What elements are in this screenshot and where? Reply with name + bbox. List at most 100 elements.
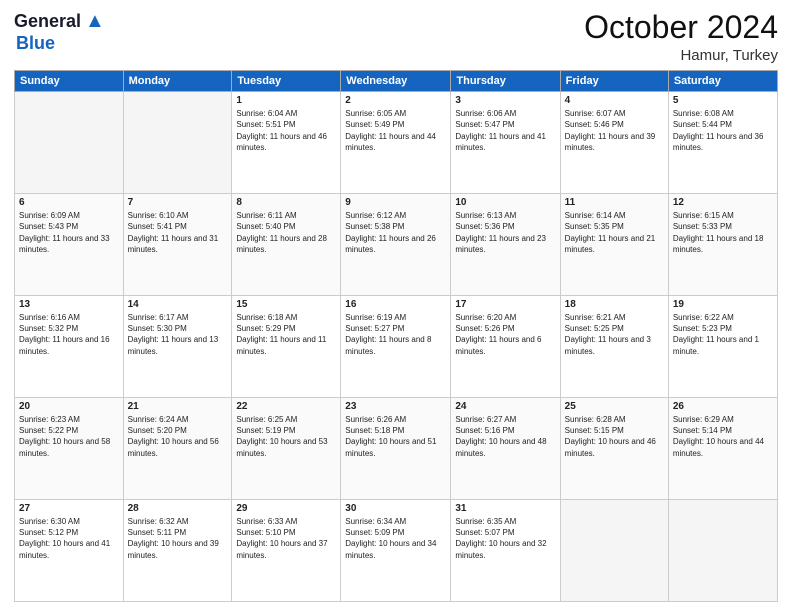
day-number: 19	[673, 299, 773, 310]
calendar-cell: 20 Sunrise: 6:23 AM Sunset: 5:22 PM Dayli…	[15, 398, 124, 500]
logo-text-blue: Blue	[16, 33, 55, 54]
calendar-cell: 10 Sunrise: 6:13 AM Sunset: 5:36 PM Dayli…	[451, 194, 560, 296]
logo-text-general: General	[14, 11, 81, 32]
calendar-cell: 1Sunrise: 6:04 AM Sunset: 5:51 PM Daylig…	[232, 92, 341, 194]
day-info: Sunrise: 6:15 AM Sunset: 5:33 PM Dayligh…	[673, 210, 773, 255]
day-info: Sunrise: 6:22 AM Sunset: 5:23 PM Dayligh…	[673, 312, 773, 357]
calendar-cell	[668, 500, 777, 602]
day-info: Sunrise: 6:29 AM Sunset: 5:14 PM Dayligh…	[673, 414, 773, 459]
calendar-cell: 25Sunrise: 6:28 AM Sunset: 5:15 PM Dayli…	[560, 398, 668, 500]
day-number: 24	[455, 401, 555, 412]
calendar-cell: 30 Sunrise: 6:34 AM Sunset: 5:09 PM Dayli…	[341, 500, 451, 602]
calendar-cell: 12Sunrise: 6:15 AM Sunset: 5:33 PM Dayli…	[668, 194, 777, 296]
calendar-cell: 15 Sunrise: 6:18 AM Sunset: 5:29 PM Dayli…	[232, 296, 341, 398]
day-number: 10	[455, 197, 555, 208]
calendar-cell: 22 Sunrise: 6:25 AM Sunset: 5:19 PM Dayli…	[232, 398, 341, 500]
calendar-cell: 31 Sunrise: 6:35 AM Sunset: 5:07 PM Dayli…	[451, 500, 560, 602]
calendar-cell: 17 Sunrise: 6:20 AM Sunset: 5:26 PM Dayli…	[451, 296, 560, 398]
calendar-cell: 21 Sunrise: 6:24 AM Sunset: 5:20 PM Dayli…	[123, 398, 232, 500]
calendar-cell: 8 Sunrise: 6:11 AM Sunset: 5:40 PM Daylig…	[232, 194, 341, 296]
calendar-cell: 4 Sunrise: 6:07 AM Sunset: 5:46 PM Daylig…	[560, 92, 668, 194]
day-info: Sunrise: 6:09 AM Sunset: 5:43 PM Dayligh…	[19, 210, 119, 255]
day-number: 23	[345, 401, 446, 412]
day-info: Sunrise: 6:07 AM Sunset: 5:46 PM Dayligh…	[565, 108, 664, 153]
day-number: 8	[236, 197, 336, 208]
day-info: Sunrise: 6:32 AM Sunset: 5:11 PM Dayligh…	[128, 516, 228, 561]
day-info: Sunrise: 6:10 AM Sunset: 5:41 PM Dayligh…	[128, 210, 228, 255]
logo: General ▲ Blue	[14, 10, 105, 54]
day-info: Sunrise: 6:16 AM Sunset: 5:32 PM Dayligh…	[19, 312, 119, 357]
calendar-cell: 13 Sunrise: 6:16 AM Sunset: 5:32 PM Dayli…	[15, 296, 124, 398]
day-info: Sunrise: 6:35 AM Sunset: 5:07 PM Dayligh…	[455, 516, 555, 561]
calendar-cell: 3 Sunrise: 6:06 AM Sunset: 5:47 PM Daylig…	[451, 92, 560, 194]
calendar-cell: 7 Sunrise: 6:10 AM Sunset: 5:41 PM Daylig…	[123, 194, 232, 296]
page: General ▲ Blue October 2024 Hamur, Turke…	[0, 0, 792, 612]
day-number: 17	[455, 299, 555, 310]
day-number: 25	[565, 401, 664, 412]
calendar-cell	[560, 500, 668, 602]
day-info: Sunrise: 6:13 AM Sunset: 5:36 PM Dayligh…	[455, 210, 555, 255]
day-info: Sunrise: 6:11 AM Sunset: 5:40 PM Dayligh…	[236, 210, 336, 255]
calendar-cell: 26 Sunrise: 6:29 AM Sunset: 5:14 PM Dayli…	[668, 398, 777, 500]
day-info: Sunrise: 6:21 AM Sunset: 5:25 PM Dayligh…	[565, 312, 664, 357]
day-number: 28	[128, 503, 228, 514]
day-info: Sunrise: 6:08 AM Sunset: 5:44 PM Dayligh…	[673, 108, 773, 153]
day-number: 27	[19, 503, 119, 514]
day-number: 20	[19, 401, 119, 412]
day-info: Sunrise: 6:14 AM Sunset: 5:35 PM Dayligh…	[565, 210, 664, 255]
day-number: 21	[128, 401, 228, 412]
day-info: Sunrise: 6:06 AM Sunset: 5:47 PM Dayligh…	[455, 108, 555, 153]
calendar-cell: 16 Sunrise: 6:19 AM Sunset: 5:27 PM Dayli…	[341, 296, 451, 398]
day-number: 15	[236, 299, 336, 310]
day-info: Sunrise: 6:23 AM Sunset: 5:22 PM Dayligh…	[19, 414, 119, 459]
calendar-week-2: 6Sunrise: 6:09 AM Sunset: 5:43 PM Daylig…	[15, 194, 778, 296]
day-info: Sunrise: 6:20 AM Sunset: 5:26 PM Dayligh…	[455, 312, 555, 357]
day-number: 18	[565, 299, 664, 310]
calendar-cell: 27 Sunrise: 6:30 AM Sunset: 5:12 PM Dayli…	[15, 500, 124, 602]
day-number: 31	[455, 503, 555, 514]
weekday-header-monday: Monday	[123, 71, 232, 92]
month-title: October 2024	[584, 10, 778, 45]
day-info: Sunrise: 6:33 AM Sunset: 5:10 PM Dayligh…	[236, 516, 336, 561]
day-number: 14	[128, 299, 228, 310]
calendar-cell: 29 Sunrise: 6:33 AM Sunset: 5:10 PM Dayli…	[232, 500, 341, 602]
location-title: Hamur, Turkey	[584, 47, 778, 64]
calendar-cell	[123, 92, 232, 194]
day-info: Sunrise: 6:19 AM Sunset: 5:27 PM Dayligh…	[345, 312, 446, 357]
day-number: 29	[236, 503, 336, 514]
day-number: 5	[673, 95, 773, 106]
day-number: 13	[19, 299, 119, 310]
weekday-header-thursday: Thursday	[451, 71, 560, 92]
day-info: Sunrise: 6:18 AM Sunset: 5:29 PM Dayligh…	[236, 312, 336, 357]
day-info: Sunrise: 6:30 AM Sunset: 5:12 PM Dayligh…	[19, 516, 119, 561]
day-info: Sunrise: 6:12 AM Sunset: 5:38 PM Dayligh…	[345, 210, 446, 255]
calendar-cell: 5 Sunrise: 6:08 AM Sunset: 5:44 PM Daylig…	[668, 92, 777, 194]
day-info: Sunrise: 6:04 AM Sunset: 5:51 PM Dayligh…	[236, 108, 336, 153]
day-info: Sunrise: 6:24 AM Sunset: 5:20 PM Dayligh…	[128, 414, 228, 459]
header: General ▲ Blue October 2024 Hamur, Turke…	[14, 10, 778, 64]
day-number: 30	[345, 503, 446, 514]
weekday-header-friday: Friday	[560, 71, 668, 92]
day-number: 16	[345, 299, 446, 310]
day-info: Sunrise: 6:27 AM Sunset: 5:16 PM Dayligh…	[455, 414, 555, 459]
day-info: Sunrise: 6:17 AM Sunset: 5:30 PM Dayligh…	[128, 312, 228, 357]
calendar-cell: 28 Sunrise: 6:32 AM Sunset: 5:11 PM Dayli…	[123, 500, 232, 602]
calendar-cell: 18 Sunrise: 6:21 AM Sunset: 5:25 PM Dayli…	[560, 296, 668, 398]
day-number: 7	[128, 197, 228, 208]
day-info: Sunrise: 6:25 AM Sunset: 5:19 PM Dayligh…	[236, 414, 336, 459]
calendar-cell: 24 Sunrise: 6:27 AM Sunset: 5:16 PM Dayli…	[451, 398, 560, 500]
calendar-cell: 14 Sunrise: 6:17 AM Sunset: 5:30 PM Dayli…	[123, 296, 232, 398]
calendar-week-1: 1Sunrise: 6:04 AM Sunset: 5:51 PM Daylig…	[15, 92, 778, 194]
title-block: October 2024 Hamur, Turkey	[584, 10, 778, 64]
calendar-cell: 19 Sunrise: 6:22 AM Sunset: 5:23 PM Dayli…	[668, 296, 777, 398]
day-number: 3	[455, 95, 555, 106]
logo-bird-icon: ▲	[85, 10, 105, 33]
day-number: 2	[345, 95, 446, 106]
weekday-header-saturday: Saturday	[668, 71, 777, 92]
day-number: 4	[565, 95, 664, 106]
calendar-week-5: 27 Sunrise: 6:30 AM Sunset: 5:12 PM Dayli…	[15, 500, 778, 602]
day-number: 22	[236, 401, 336, 412]
day-number: 26	[673, 401, 773, 412]
day-number: 11	[565, 197, 664, 208]
day-info: Sunrise: 6:34 AM Sunset: 5:09 PM Dayligh…	[345, 516, 446, 561]
